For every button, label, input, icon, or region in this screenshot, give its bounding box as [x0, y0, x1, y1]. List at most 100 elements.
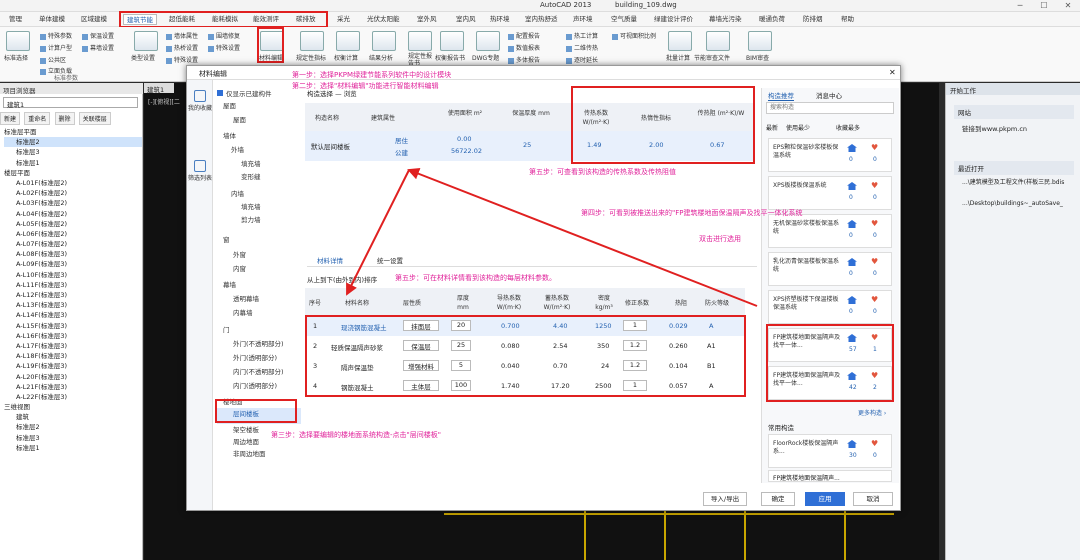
- tree-item[interactable]: 建筑: [4, 412, 142, 422]
- tree-item[interactable]: 标准层2: [4, 422, 142, 432]
- menu-item[interactable]: 幕墙光污染: [706, 14, 745, 25]
- minimize-button[interactable]: ─: [1008, 0, 1032, 12]
- standard-select-icon[interactable]: [6, 31, 30, 51]
- bim-review-icon[interactable]: [748, 31, 772, 51]
- tree-item[interactable]: A-L03F(标准层2): [4, 198, 142, 208]
- highlight-menu-box: [119, 11, 328, 28]
- view-label[interactable]: [-][俯视][二: [148, 97, 180, 106]
- ribbon-small[interactable]: 计算户型: [40, 43, 72, 52]
- tree-group[interactable]: 三维视图: [4, 402, 142, 412]
- tree-item[interactable]: A-L21F(标准层3): [4, 382, 142, 392]
- menu-item[interactable]: 帮助: [838, 14, 857, 25]
- drawing-wall: [444, 513, 894, 515]
- menu-item[interactable]: 光伏太阳能: [364, 14, 403, 25]
- menu-item[interactable]: 室内风: [453, 14, 479, 25]
- tree-item[interactable]: 标准层3: [4, 433, 142, 443]
- menu-item[interactable]: 室内热舒适: [522, 14, 561, 25]
- ribbon-label: 规定性指标: [296, 55, 327, 62]
- tree-item[interactable]: A-L08F(标准层3): [4, 249, 142, 259]
- menu-item[interactable]: 单体建模: [36, 14, 68, 25]
- recent-file[interactable]: ...\建筑模型及工程文件(样板三民.bdis: [962, 179, 1077, 187]
- ribbon-small[interactable]: 围墙修复: [208, 31, 240, 40]
- menu-item[interactable]: 区域建模: [78, 14, 110, 25]
- new-button[interactable]: 新建: [0, 112, 21, 125]
- ribbon-small[interactable]: 多体报告: [508, 55, 540, 64]
- ribbon-small[interactable]: 公共区: [40, 55, 66, 64]
- start-panel: 开始工作 网站 链接到www.pkpm.cn 最近打开 ...\建筑模型及工程文…: [945, 83, 1080, 560]
- ribbon-label: DWG专题: [472, 55, 500, 62]
- tree-item[interactable]: 标准层3: [4, 147, 142, 157]
- tradeoff-calc-icon[interactable]: [336, 31, 360, 51]
- menu-item[interactable]: 采光: [334, 14, 353, 25]
- ribbon-small[interactable]: 特殊设置: [208, 43, 240, 52]
- menu-item[interactable]: 绿建设计评价: [651, 14, 696, 25]
- website-link[interactable]: 链接到www.pkpm.cn: [962, 123, 1027, 133]
- ribbon-small[interactable]: 热桥设置: [166, 43, 198, 52]
- ribbon-small[interactable]: 幕墙设置: [82, 43, 114, 52]
- menu-item[interactable]: 暖通负荷: [756, 14, 788, 25]
- tree-group[interactable]: 标准层平面: [4, 127, 142, 137]
- tree-item[interactable]: A-L16F(标准层3): [4, 331, 142, 341]
- standard-index-icon[interactable]: [300, 31, 324, 51]
- tree-item[interactable]: A-L09F(标准层3): [4, 259, 142, 269]
- menu-item[interactable]: 热环境: [487, 14, 513, 25]
- ribbon-small[interactable]: 墙体属性: [166, 31, 198, 40]
- tree-item[interactable]: A-L13F(标准层3): [4, 300, 142, 310]
- maximize-button[interactable]: ☐: [1032, 0, 1056, 12]
- recent-file[interactable]: ...\Desktop\buildings~_autoSave_: [962, 200, 1077, 207]
- menu-item[interactable]: 声环境: [570, 14, 596, 25]
- tree-item-selected[interactable]: 标准层2: [4, 137, 142, 148]
- ribbon-small[interactable]: 可视面积比例: [612, 31, 656, 40]
- tradeoff-report-icon[interactable]: [440, 31, 464, 51]
- ribbon-small[interactable]: 逐时延长: [566, 55, 598, 64]
- tree-item[interactable]: A-L20F(标准层3): [4, 372, 142, 382]
- tree-item[interactable]: A-L18F(标准层3): [4, 351, 142, 361]
- tree-item[interactable]: A-L14F(标准层3): [4, 310, 142, 320]
- tree-item[interactable]: 标准层1: [4, 158, 142, 168]
- review-file-icon[interactable]: [706, 31, 730, 51]
- type-setting-icon[interactable]: [134, 31, 158, 51]
- ribbon-label: 批量计算: [666, 55, 691, 62]
- ribbon-label: 权衡报告书: [435, 55, 466, 62]
- tree-item[interactable]: A-L11F(标准层3): [4, 280, 142, 290]
- ribbon-small[interactable]: 特殊参数: [40, 31, 72, 40]
- ribbon-small[interactable]: 配置报告: [508, 31, 540, 40]
- tree-item[interactable]: A-L06F(标准层2): [4, 229, 142, 239]
- dwg-icon[interactable]: [476, 31, 500, 51]
- standard-report-icon[interactable]: [408, 31, 432, 51]
- drawing-tab[interactable]: 建筑1: [144, 83, 174, 94]
- ribbon-small[interactable]: 热工计算: [566, 31, 598, 40]
- tree-item[interactable]: A-L22F(标准层3): [4, 392, 142, 402]
- delete-button[interactable]: 删除: [54, 112, 75, 125]
- tree-item[interactable]: A-L02F(标准层2): [4, 188, 142, 198]
- menu-item[interactable]: 室外风: [414, 14, 440, 25]
- section-title: 最近打开: [954, 161, 1074, 175]
- ribbon-small[interactable]: 二维传热: [566, 43, 598, 52]
- ribbon-label: 结果分析: [369, 55, 394, 62]
- tree-group[interactable]: 楼层平面: [4, 168, 142, 178]
- tree-item[interactable]: A-L17F(标准层3): [4, 341, 142, 351]
- close-button[interactable]: ✕: [1056, 0, 1080, 12]
- file-name: building_109.dwg: [615, 1, 677, 9]
- tree-item[interactable]: A-L12F(标准层3): [4, 290, 142, 300]
- batch-calc-icon[interactable]: [668, 31, 692, 51]
- ribbon-small[interactable]: 保温设置: [82, 31, 114, 40]
- menu-item[interactable]: 防排烟: [800, 14, 826, 25]
- tree-item[interactable]: A-L07F(标准层2): [4, 239, 142, 249]
- tree-item[interactable]: A-L05F(标准层2): [4, 219, 142, 229]
- link-floor-button[interactable]: 关联楼层: [78, 112, 111, 125]
- tree-item[interactable]: A-L19F(标准层3): [4, 361, 142, 371]
- menu-item[interactable]: 管理: [6, 14, 25, 25]
- app-title: AutoCAD 2013: [540, 1, 592, 9]
- rename-button[interactable]: 重命名: [24, 112, 51, 125]
- ribbon-small[interactable]: 数值报表: [508, 43, 540, 52]
- tree-item[interactable]: A-L04F(标准层2): [4, 209, 142, 219]
- tree-item[interactable]: A-L10F(标准层3): [4, 270, 142, 280]
- tree-item[interactable]: 标准层1: [4, 443, 142, 453]
- menu-item[interactable]: 空气质量: [608, 14, 640, 25]
- tree-item[interactable]: A-L15F(标准层3): [4, 321, 142, 331]
- building-dropdown[interactable]: 建筑1: [3, 97, 138, 109]
- ribbon-small[interactable]: 特殊设置: [166, 55, 198, 64]
- tree-item[interactable]: A-L01F(标准层2): [4, 178, 142, 188]
- result-analysis-icon[interactable]: [372, 31, 396, 51]
